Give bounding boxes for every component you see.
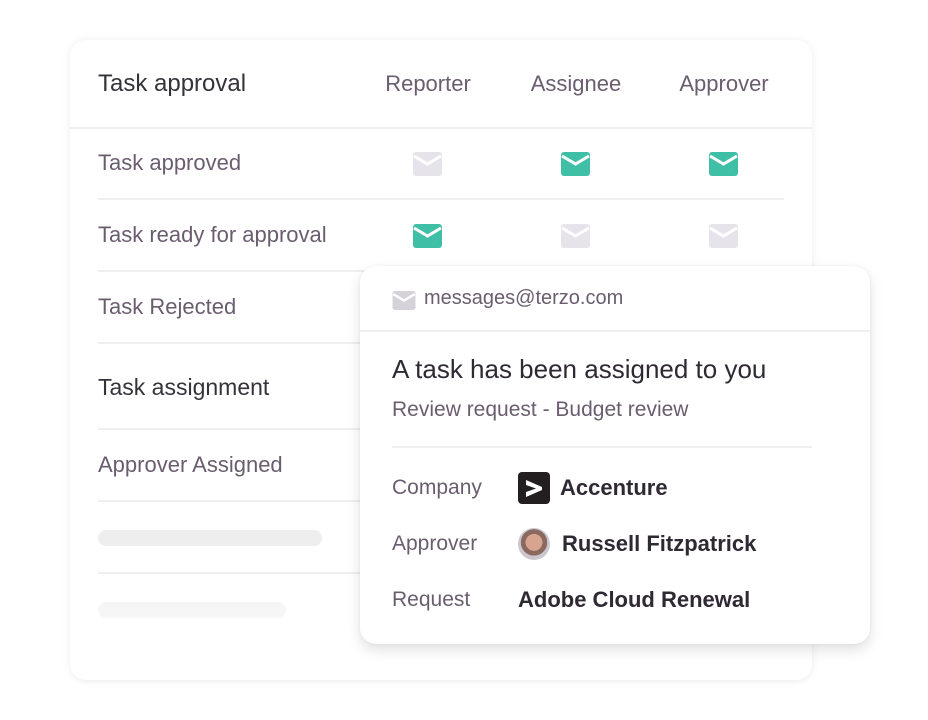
accenture-logo-icon [518,472,550,504]
column-header-assignee: Assignee [530,71,622,96]
column-header-approver: Approver [679,71,769,96]
row-label: Task ready for approval [98,222,327,247]
mail-toggle-icon[interactable] [413,152,442,176]
email-header: messages@terzo.com [360,266,870,332]
mail-toggle-icon[interactable] [709,152,738,176]
section-title-task-assignment: Task assignment [98,374,270,400]
row-label: Approver Assigned [98,452,283,477]
divider [392,446,812,448]
email-subtitle: Review request - Budget review [392,398,689,421]
mail-toggle-icon[interactable] [561,224,590,248]
mail-toggle-icon[interactable] [709,224,738,248]
email-preview-card: messages@terzo.com A task has been assig… [360,266,870,644]
email-subject: A task has been assigned to you [392,354,767,384]
table-header: Task approval Reporter Assignee Approver [70,40,812,129]
skeleton-bar [98,602,286,618]
field-label-approver: Approver [392,532,478,555]
field-value-company: Accenture [560,475,668,500]
mail-toggle-icon[interactable] [413,224,442,248]
row-label: Task approved [98,150,242,175]
envelope-icon [392,291,416,315]
section-title-task-approval: Task approval [98,70,247,97]
column-header-reporter: Reporter [385,71,471,96]
field-label-company: Company [392,476,482,499]
sender-email: messages@terzo.com [424,287,624,309]
approver-avatar [518,528,550,560]
skeleton-bar [98,530,322,546]
row-label: Task Rejected [98,294,237,319]
field-label-request: Request [392,588,471,611]
field-value-approver: Russell Fitzpatrick [562,531,757,556]
mail-toggle-icon[interactable] [561,152,590,176]
field-value-request: Adobe Cloud Renewal [518,587,751,612]
table-row-task-ready-for-approval: Task ready for approval [98,200,784,272]
table-row-task-approved: Task approved [98,128,784,200]
